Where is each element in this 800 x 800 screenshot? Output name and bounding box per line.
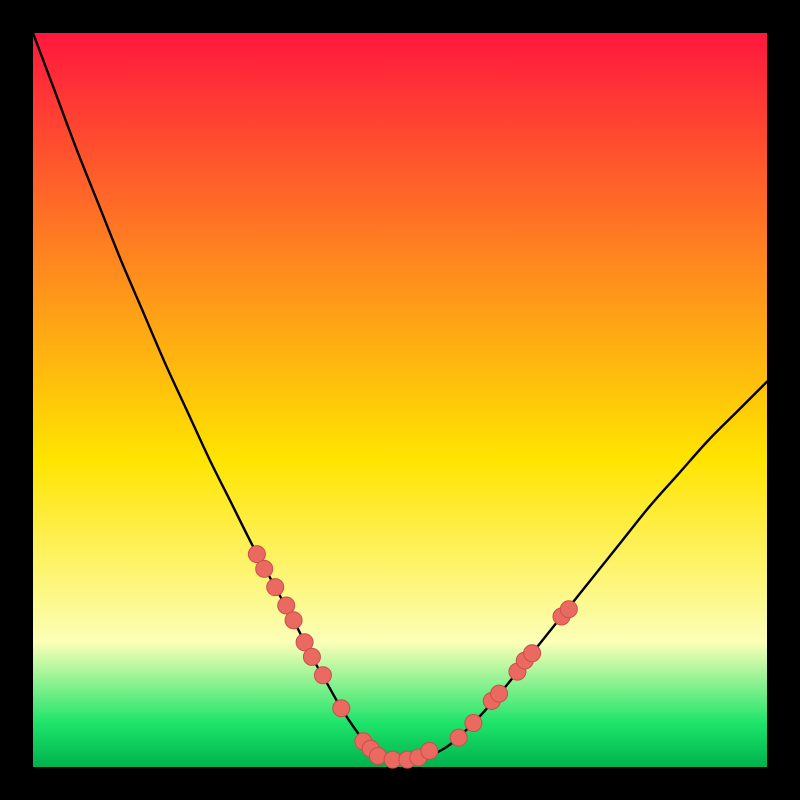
curve-marker [369,747,386,764]
plot-area [33,33,767,767]
curve-marker [524,645,541,662]
curve-marker [333,700,350,717]
curve-marker [491,685,508,702]
curve-marker [465,714,482,731]
curve-marker [267,579,284,596]
curve-marker [560,601,577,618]
curve-marker [314,667,331,684]
chart-frame: TheBottleneck.com [0,0,800,800]
curve-marker [256,560,273,577]
curve-marker [303,648,320,665]
curve-marker [285,612,302,629]
curve-marker [421,742,438,759]
curve-marker [450,729,467,746]
bottleneck-chart [0,0,800,800]
